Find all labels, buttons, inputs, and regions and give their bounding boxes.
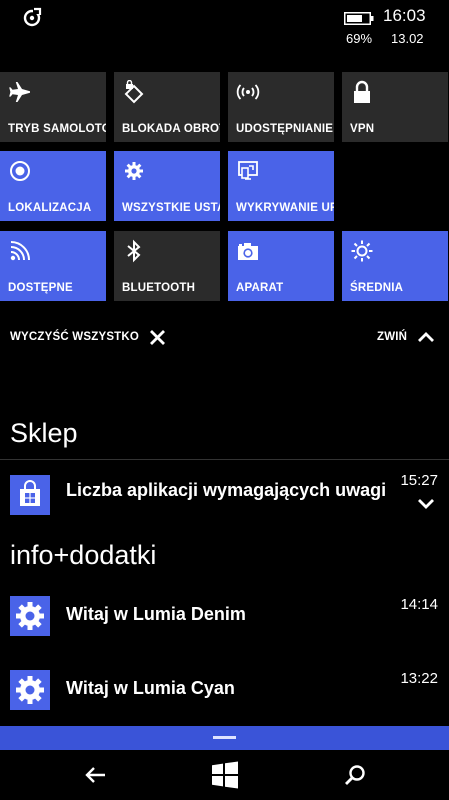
- tile-label: WSZYSTKIE USTAWIENIA: [122, 202, 220, 214]
- bluetooth-icon: [127, 239, 141, 263]
- data-sync-icon: [23, 7, 42, 27]
- project-screen-icon: [238, 161, 258, 180]
- notification-item[interactable]: Liczba aplikacji wymagających uwagi 15:2…: [0, 472, 449, 532]
- tile-airplane-mode[interactable]: TRYB SAMOLOTOWY: [0, 72, 106, 142]
- battery-icon: [344, 12, 374, 25]
- store-bag-icon: [10, 475, 50, 515]
- notification-text: Witaj w Lumia Denim: [66, 604, 246, 624]
- notification-item[interactable]: Witaj w Lumia Denim 14:14: [0, 596, 449, 656]
- rotation-lock-icon: [124, 80, 144, 104]
- tile-label: APARAT: [236, 282, 284, 294]
- battery-percentage: 69%: [346, 31, 373, 46]
- brightness-icon: [351, 240, 373, 262]
- lock-icon: [354, 80, 370, 103]
- notification-time: 14:14: [400, 596, 438, 613]
- collapse-button[interactable]: ZWIŃ: [377, 327, 435, 347]
- tile-wifi[interactable]: DOSTĘPNE: [0, 231, 106, 301]
- tile-device-discovery[interactable]: WYKRYWANIE URZĄDZEŃ: [228, 151, 334, 221]
- tile-brightness[interactable]: ŚREDNIA: [342, 231, 448, 301]
- chevron-up-icon: [418, 332, 435, 342]
- airplane-icon: [9, 82, 30, 102]
- tile-label: LOKALIZACJA: [8, 202, 92, 214]
- notification-text: Witaj w Lumia Cyan: [66, 678, 235, 698]
- notification-time: 15:27: [400, 472, 438, 489]
- tile-label: WYKRYWANIE URZĄDZEŃ: [236, 202, 334, 214]
- action-center-handle[interactable]: [0, 726, 449, 750]
- gear-icon: [10, 670, 50, 710]
- location-icon: [10, 161, 30, 181]
- tile-rotation-lock[interactable]: BLOKADA OBROTU: [114, 72, 220, 142]
- tile-label: TRYB SAMOLOTOWY: [8, 123, 106, 135]
- notification-item[interactable]: Witaj w Lumia Cyan 13:22: [0, 670, 449, 730]
- tile-hotspot[interactable]: UDOSTĘPNIANIE: [228, 72, 334, 142]
- clock: 16:03: [383, 6, 426, 25]
- windows-logo-icon: [212, 761, 238, 789]
- chevron-down-icon[interactable]: [417, 498, 435, 510]
- close-icon: [150, 329, 166, 345]
- tile-location[interactable]: LOKALIZACJA: [0, 151, 106, 221]
- tile-all-settings[interactable]: WSZYSTKIE USTAWIENIA: [114, 151, 220, 221]
- notification-time: 13:22: [400, 670, 438, 687]
- clear-all-button[interactable]: WYCZYŚĆ WSZYSTKO: [10, 327, 166, 347]
- tile-vpn[interactable]: VPN: [342, 72, 448, 142]
- camera-icon: [238, 243, 258, 260]
- search-icon: [345, 765, 365, 785]
- tile-label: VPN: [350, 123, 375, 135]
- start-button[interactable]: [185, 750, 265, 800]
- tile-label: ŚREDNIA: [350, 282, 404, 294]
- date: 13.02: [391, 31, 424, 46]
- tile-label: DOSTĘPNE: [8, 282, 73, 294]
- tile-bluetooth[interactable]: BLUETOOTH: [114, 231, 220, 301]
- hotspot-icon: [236, 84, 260, 100]
- collapse-label: ZWIŃ: [377, 331, 408, 343]
- navigation-bar: [0, 750, 449, 800]
- group-title-store: Sklep: [10, 418, 78, 448]
- gear-icon: [10, 596, 50, 636]
- status-bar: 16:03 69% 13.02: [0, 0, 449, 52]
- settings-gear-icon: [125, 162, 143, 180]
- tile-label: BLOKADA OBROTU: [122, 123, 220, 135]
- back-arrow-icon: [85, 767, 105, 783]
- divider: [0, 459, 449, 460]
- search-button[interactable]: [315, 750, 395, 800]
- clear-all-label: WYCZYŚĆ WSZYSTKO: [10, 331, 140, 343]
- group-title-info-extras: info+dodatki: [10, 540, 157, 570]
- wifi-icon: [10, 241, 30, 261]
- tile-label: BLUETOOTH: [122, 282, 196, 294]
- drag-grip-icon: [213, 736, 236, 739]
- notification-text: Liczba aplikacji wymagających uwagi: [66, 480, 386, 500]
- back-button[interactable]: [55, 750, 135, 800]
- tile-camera[interactable]: APARAT: [228, 231, 334, 301]
- tile-label: UDOSTĘPNIANIE: [236, 123, 334, 135]
